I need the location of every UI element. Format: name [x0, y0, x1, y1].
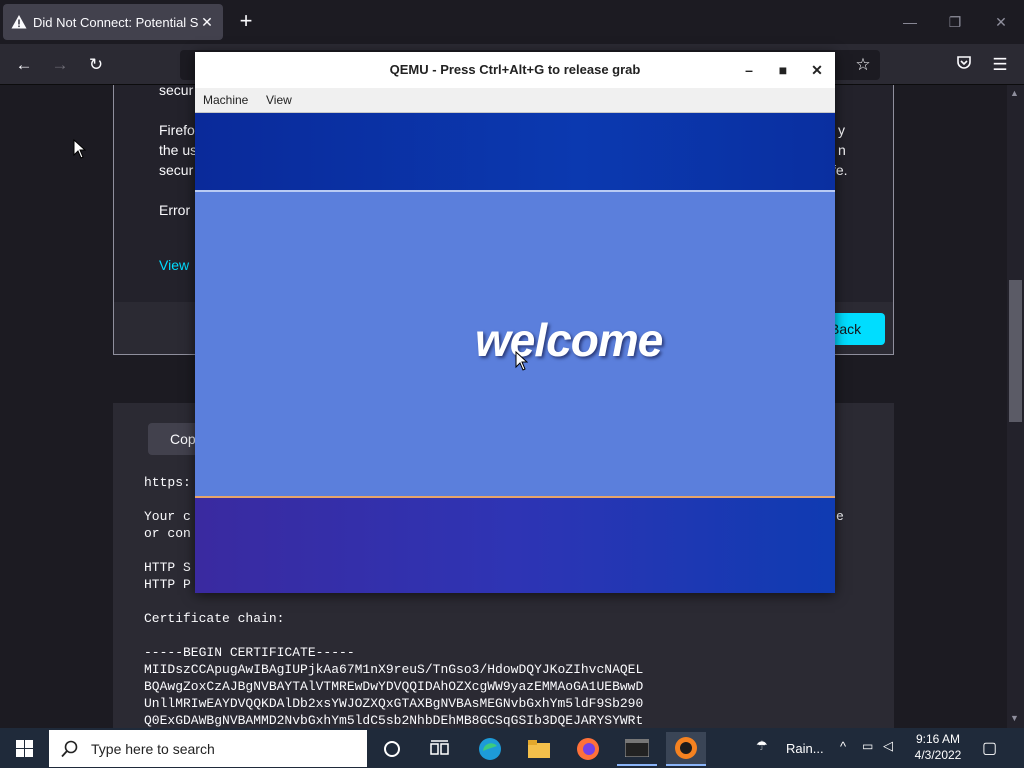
cert-line: Your c — [144, 509, 191, 524]
forward-arrow-icon[interactable]: → — [47, 52, 73, 78]
windows-logo-icon — [16, 740, 33, 757]
cert-line: https: — [144, 475, 191, 490]
menu-view[interactable]: View — [266, 93, 292, 107]
qemu-window: QEMU - Press Ctrl+Alt+G to release grab … — [195, 52, 835, 593]
vm-mouse-cursor-icon — [515, 351, 528, 371]
firefox-icon[interactable] — [568, 732, 608, 766]
error-paragraph-2-right-1: y — [838, 122, 845, 138]
clock-time: 9:16 AM — [915, 732, 961, 746]
qemu-menu-bar: Machine View — [195, 88, 835, 113]
qemu-title-bar[interactable]: QEMU - Press Ctrl+Alt+G to release grab … — [195, 52, 835, 88]
scrollbar-thumb[interactable] — [1009, 280, 1022, 422]
pocket-icon[interactable] — [951, 52, 977, 78]
cert-line: or con — [144, 526, 191, 541]
taskbar-clock[interactable]: 9:16 AM 4/3/2022 — [900, 731, 976, 763]
cert-line: MIIDszCCApugAwIBAgIUPjkAa67M1nX9reuS/TnG… — [144, 662, 644, 677]
welcome-text: welcome — [475, 314, 663, 366]
cert-line-right-fragment: e — [836, 509, 844, 524]
menu-machine[interactable]: Machine — [203, 93, 248, 107]
qemu-maximize-icon[interactable]: ■ — [773, 60, 793, 80]
restore-icon[interactable]: ❐ — [941, 8, 969, 36]
cert-line: Q0ExGDAWBgNVBAMMD2NvbGxhYm5ldC5sb2NhbDEh… — [144, 713, 644, 728]
qemu-minimize-icon[interactable]: – — [739, 60, 759, 80]
qemu-close-icon[interactable]: ✕ — [807, 60, 827, 80]
vm-screen[interactable]: welcome — [195, 113, 835, 593]
cert-line: -----BEGIN CERTIFICATE----- — [144, 645, 355, 660]
vm-top-band — [195, 113, 835, 190]
error-paragraph-1: secur — [159, 82, 194, 98]
notification-icon[interactable]: ▢ — [982, 738, 997, 758]
menu-hamburger-icon[interactable]: ☰ — [987, 52, 1013, 78]
terminal-icon[interactable] — [617, 732, 657, 766]
cert-line: HTTP S — [144, 560, 191, 575]
vm-bottom-band — [195, 496, 835, 593]
speaker-muted-icon[interactable]: ◁ — [883, 738, 893, 754]
taskbar-search-box[interactable]: Type here to search — [49, 730, 367, 767]
tab-close-icon[interactable]: ✕ — [199, 14, 215, 31]
clock-date: 4/3/2022 — [914, 748, 962, 762]
view-certificate-link[interactable]: View — [159, 255, 189, 275]
bookmark-star-icon[interactable]: ☆ — [850, 52, 876, 78]
back-arrow-icon[interactable]: ← — [11, 52, 37, 78]
cert-line: UnllMRIwEAYDVQQKDAlDb2xsYWJOZXQxGTAXBgNV… — [144, 696, 644, 711]
weather-text[interactable]: Rain... — [786, 741, 824, 756]
file-explorer-icon[interactable] — [519, 732, 559, 766]
cert-line: HTTP P — [144, 577, 191, 592]
scroll-up-icon[interactable]: ▲ — [1010, 88, 1019, 98]
cert-line: BQAwgZoxCzAJBgNVBAYTAlVTMREwDwYDVQQIDAhO… — [144, 679, 644, 694]
error-paragraph-2-line-1: Firefo — [159, 122, 195, 138]
cortana-icon[interactable] — [372, 732, 412, 766]
edge-browser-icon[interactable] — [470, 732, 510, 766]
minimize-icon[interactable]: — — [896, 8, 924, 36]
windows-start-button[interactable] — [0, 728, 48, 768]
mouse-cursor-icon — [73, 139, 86, 159]
cert-line: Certificate chain: — [144, 611, 285, 626]
network-icon[interactable]: ▭ — [862, 739, 873, 753]
chevron-up-icon[interactable]: ^ — [840, 739, 846, 754]
reload-icon[interactable]: ↻ — [83, 52, 109, 78]
new-tab-button[interactable]: + — [234, 10, 258, 34]
error-paragraph-2-right-2: n — [838, 142, 846, 158]
search-icon — [61, 740, 78, 757]
error-paragraph-2-line-2: the us — [159, 142, 198, 158]
error-paragraph-2-line-3: secur — [159, 162, 194, 178]
umbrella-weather-icon[interactable]: ☂ — [756, 738, 768, 754]
tab-title: Did Not Connect: Potential Sec — [33, 14, 199, 30]
qemu-taskbar-icon[interactable] — [666, 732, 706, 766]
search-placeholder: Type here to search — [91, 740, 215, 757]
browser-tab[interactable]: Did Not Connect: Potential Sec ✕ — [3, 4, 223, 40]
task-view-icon[interactable] — [420, 732, 460, 766]
close-icon[interactable]: ✕ — [987, 8, 1015, 36]
scroll-down-icon[interactable]: ▼ — [1010, 713, 1019, 723]
warning-icon — [11, 15, 27, 29]
error-code-label: Error — [159, 202, 191, 218]
